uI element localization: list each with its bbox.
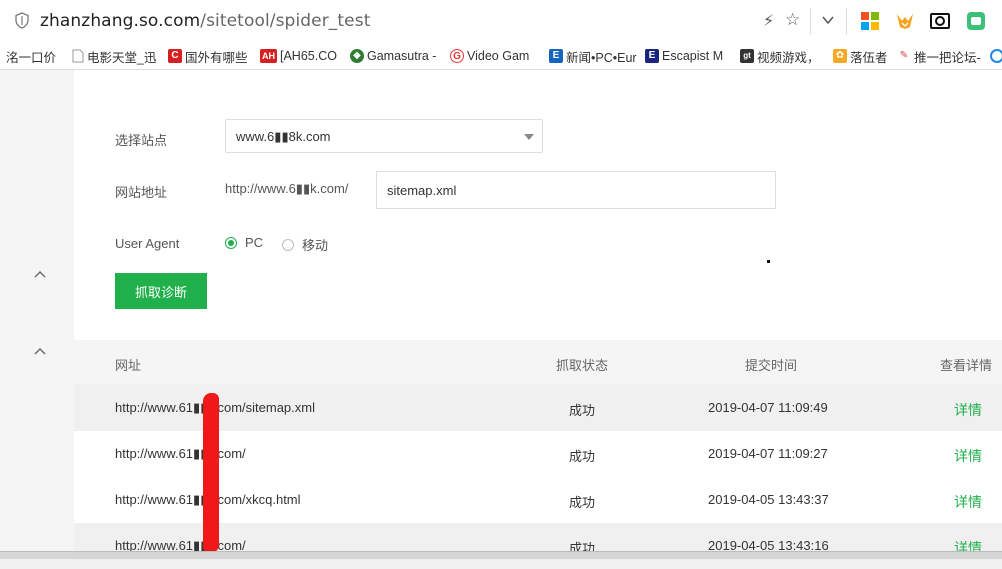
header-url: 网址 <box>115 358 142 373</box>
gt-logo-icon: gt <box>740 49 754 63</box>
caret-down-icon <box>524 134 534 140</box>
row-time: 2019-04-07 11:09:27 <box>708 446 828 461</box>
shield-icon <box>15 12 29 29</box>
header-time: 提交时间 <box>745 358 798 373</box>
e-logo-icon: E <box>549 49 563 63</box>
bookmark-item[interactable]: AH [AH65.CO <box>260 47 337 65</box>
bookmark-item[interactable]: C 国外有哪些 <box>168 47 248 65</box>
url-text[interactable]: zhanzhang.so.com/sitetool/spider_test <box>40 11 370 31</box>
row-time: 2019-04-05 13:43:37 <box>708 492 829 507</box>
row-time: 2019-04-07 11:09:49 <box>708 400 828 415</box>
bookmark-item[interactable]: 电影天堂_迅 <box>72 47 156 65</box>
bookmarks-bar: 洺一口价 电影天堂_迅 C 国外有哪些 AH [AH65.CO ◆ Gamasu… <box>0 43 1002 70</box>
ua-radio-mobile[interactable]: 移动 <box>282 235 328 254</box>
windows-tiles-icon[interactable] <box>860 11 880 31</box>
redaction-mark <box>203 393 219 553</box>
ah-logo-icon: AH <box>260 49 277 63</box>
site-select[interactable]: www.6▮▮8k.com <box>225 119 543 153</box>
row-status: 成功 <box>569 449 596 464</box>
screenshot-icon[interactable] <box>930 11 950 31</box>
row-url: http://www.61▮▮k.com/ <box>115 446 246 461</box>
detail-link[interactable]: 详情 <box>954 446 982 466</box>
radio-unchecked-icon <box>282 238 294 251</box>
radio-checked-icon <box>225 236 237 249</box>
crawl-diagnose-button[interactable]: 抓取诊断 <box>115 273 207 309</box>
divider <box>810 8 811 35</box>
bookmark-item[interactable]: ✿ 落伍者 <box>833 47 888 65</box>
bookmark-item[interactable]: E 新闻•PC•Eur <box>549 47 637 65</box>
fox-extension-icon[interactable] <box>895 11 915 31</box>
table-header: 网址 抓取状态 提交时间 查看详情 <box>74 340 1002 384</box>
bookmark-item[interactable]: ◆ Gamasutra - <box>350 47 436 65</box>
c-logo-icon: C <box>168 49 182 63</box>
user-agent-label: User Agent <box>115 236 180 251</box>
ua-radio-pc[interactable]: PC <box>225 235 263 250</box>
header-status: 抓取状态 <box>556 358 609 373</box>
bookmark-item[interactable]: G Video Gam <box>450 47 529 65</box>
bookmark-item[interactable]: 洺一口价 <box>6 47 56 65</box>
bookmark-item[interactable]: E Escapist M <box>645 47 723 65</box>
gamasutra-icon: ◆ <box>350 49 364 63</box>
row-status: 成功 <box>569 403 596 418</box>
bookmark-overflow[interactable] <box>990 47 1002 65</box>
chevron-up-icon[interactable] <box>34 347 46 355</box>
spider-test-form: 选择站点 www.6▮▮8k.com 网站地址 http://www.6▮▮k.… <box>74 70 1002 340</box>
luowu-icon: ✿ <box>833 49 847 63</box>
address-bar[interactable]: zhanzhang.so.com/sitetool/spider_test ⚡ … <box>0 0 1002 44</box>
row-status: 成功 <box>569 495 596 510</box>
header-detail: 查看详情 <box>940 358 993 373</box>
address-input[interactable] <box>376 171 776 209</box>
tui-icon: ✎ <box>897 49 911 63</box>
detail-link[interactable]: 详情 <box>954 400 982 420</box>
bookmark-item[interactable]: gt 视频游戏， <box>740 47 820 65</box>
site-label: 选择站点 <box>115 133 168 148</box>
escapist-icon: E <box>645 49 659 63</box>
chevron-up-icon[interactable] <box>34 270 46 278</box>
address-prefix: http://www.6▮▮k.com/ <box>225 181 349 196</box>
detail-link[interactable]: 详情 <box>954 492 982 512</box>
divider <box>846 8 847 35</box>
chevron-down-icon[interactable] <box>820 12 836 28</box>
left-rail <box>0 70 74 558</box>
address-label: 网站地址 <box>115 185 168 200</box>
site-select-value: www.6▮▮8k.com <box>236 129 331 144</box>
lightning-icon[interactable]: ⚡ <box>763 11 774 31</box>
globe-icon <box>990 49 1002 63</box>
g-logo-icon: G <box>450 49 464 63</box>
page-icon <box>72 49 84 63</box>
stray-dot <box>767 260 770 263</box>
bookmark-item[interactable]: ✎ 推一把论坛- <box>897 47 981 65</box>
chat-extension-icon[interactable] <box>966 11 986 31</box>
star-icon[interactable]: ☆ <box>785 10 800 30</box>
